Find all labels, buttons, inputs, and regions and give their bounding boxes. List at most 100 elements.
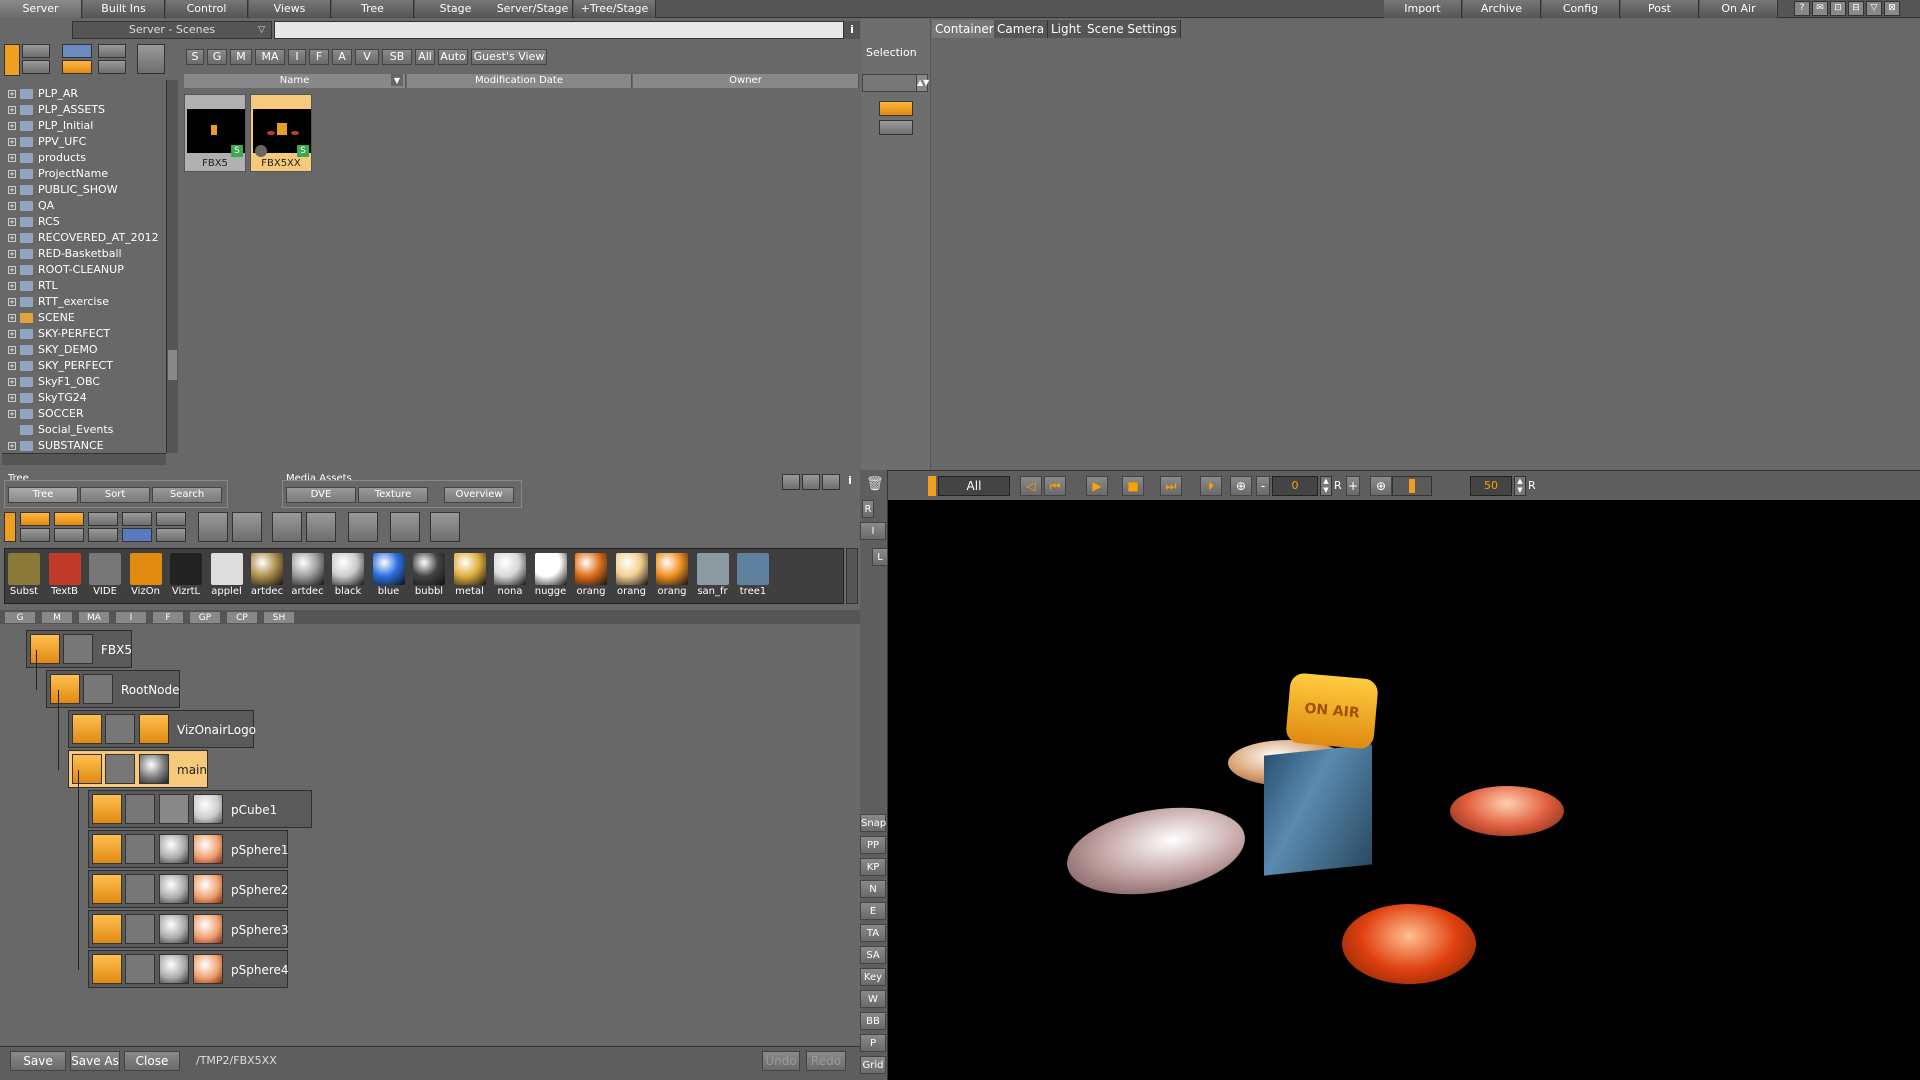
list-view-icon[interactable] xyxy=(98,44,126,58)
side-button-snap[interactable]: Snap xyxy=(860,814,886,832)
visibility-icon[interactable] xyxy=(50,674,80,704)
transform-icon[interactable] xyxy=(63,634,93,664)
side-button-ta[interactable]: TA xyxy=(860,924,886,942)
tree-node[interactable]: RootNode xyxy=(46,670,180,708)
menu-tab-tree-stage[interactable]: +Tree/Stage xyxy=(574,0,656,18)
end-icon[interactable]: ⏵ xyxy=(1200,476,1222,496)
folder-item[interactable]: + RECOVERED_AT_2012 xyxy=(8,230,159,246)
remove-icon[interactable] xyxy=(88,528,118,542)
refresh-icon[interactable] xyxy=(430,512,460,542)
transform-icon[interactable] xyxy=(83,674,113,704)
stop-icon[interactable]: ■ xyxy=(1122,476,1144,496)
plus-icon[interactable]: + xyxy=(1346,476,1360,496)
geometry-icon[interactable] xyxy=(139,754,169,784)
tree-node[interactable]: pCube1 xyxy=(88,790,312,828)
server-search-field[interactable] xyxy=(274,21,844,39)
filter-guests-view[interactable]: Guest's View xyxy=(471,49,547,65)
zoom-out-icon[interactable] xyxy=(156,528,186,542)
side-button-p[interactable]: P xyxy=(860,1034,886,1052)
transform-icon[interactable] xyxy=(125,834,155,864)
expand-icon[interactable]: + xyxy=(8,378,16,386)
dropdown-icon[interactable]: ▽ xyxy=(1866,1,1882,16)
speed-stepper[interactable]: ▲ ▼ xyxy=(1514,476,1526,496)
folder-item[interactable]: +Social_Events xyxy=(8,422,113,438)
merge-icon[interactable] xyxy=(122,512,152,526)
filter-g[interactable]: G xyxy=(207,49,227,65)
transform-icon[interactable] xyxy=(125,954,155,984)
step-forward-icon[interactable]: ⏭ xyxy=(1160,476,1182,496)
folder-item[interactable]: + SKY_DEMO xyxy=(8,342,98,358)
play-icon[interactable]: ▶ xyxy=(1086,476,1108,496)
asset-item[interactable]: VIDE xyxy=(87,553,123,601)
tree-filter-g[interactable]: G xyxy=(4,611,36,624)
side-button-e[interactable]: E xyxy=(860,902,886,920)
add-icon[interactable] xyxy=(88,512,118,526)
frame-input[interactable]: 0 xyxy=(1272,476,1318,496)
menu-tab-server[interactable]: Server xyxy=(0,0,82,18)
expand-icon[interactable]: + xyxy=(8,410,16,418)
expand-icon[interactable]: + xyxy=(8,346,16,354)
folder-tree-hscrollbar[interactable] xyxy=(2,453,166,465)
tab-tree[interactable]: Tree xyxy=(8,487,78,503)
tree-node[interactable]: VizOnairLogo xyxy=(68,710,256,748)
asset-item[interactable]: san_fr xyxy=(695,553,731,601)
expand-icon[interactable]: + xyxy=(8,138,16,146)
info-icon[interactable]: i xyxy=(842,474,858,490)
tab-camera[interactable]: Camera xyxy=(994,20,1049,38)
geometry-icon[interactable] xyxy=(159,954,189,984)
folder-item[interactable]: + PLP_Initial xyxy=(8,118,93,134)
material-icon[interactable] xyxy=(193,914,223,944)
folder-item[interactable]: + ProjectName xyxy=(8,166,108,182)
info-icon[interactable]: i xyxy=(844,21,860,39)
loop-icon[interactable]: ⊕ xyxy=(1230,476,1252,496)
col-modification-date[interactable]: Modification Date xyxy=(407,74,632,88)
material-icon[interactable] xyxy=(193,834,223,864)
tree-filter-cp[interactable]: CP xyxy=(226,611,258,624)
folder-item[interactable]: + PPV_UFC xyxy=(8,134,86,150)
collapse-tree-icon[interactable] xyxy=(232,512,262,542)
side-l[interactable]: L xyxy=(872,548,888,566)
side-button-w[interactable]: W xyxy=(860,990,886,1008)
folder-item[interactable]: + SOCCER xyxy=(8,406,84,422)
side-button-pp[interactable]: PP xyxy=(860,836,886,854)
settings-icon[interactable] xyxy=(822,474,840,490)
asset-item[interactable]: Subst xyxy=(6,553,42,601)
asset-item[interactable]: black xyxy=(330,553,366,601)
filter-i[interactable]: I xyxy=(288,49,306,65)
save-as-button[interactable]: Save As xyxy=(70,1051,120,1071)
menu-tab-built-ins[interactable]: Built Ins xyxy=(83,0,165,18)
menu-tab-tree[interactable]: Tree xyxy=(332,0,414,18)
material-icon[interactable] xyxy=(193,954,223,984)
expand-icon[interactable]: + xyxy=(8,298,16,306)
folder-item[interactable]: + ROOT-CLEANUP xyxy=(8,262,124,278)
add-folder-icon[interactable] xyxy=(22,44,50,58)
server-dropdown[interactable]: Server - Scenes ▽ xyxy=(72,21,272,39)
transform-icon[interactable] xyxy=(105,714,135,744)
grid-icon[interactable] xyxy=(802,474,820,490)
menu-tab-control[interactable]: Control xyxy=(166,0,248,18)
filter-auto[interactable]: Auto xyxy=(438,49,468,65)
camera-sync-icon[interactable]: ⊕ xyxy=(1370,476,1392,496)
folder-icon[interactable] xyxy=(62,60,92,74)
marker-slider[interactable] xyxy=(1392,476,1432,496)
expand-icon[interactable]: + xyxy=(8,106,16,114)
asset-item[interactable]: TextB xyxy=(47,553,83,601)
menu-tab-on-air[interactable]: On Air xyxy=(1700,0,1778,18)
asset-item[interactable]: VizrtL xyxy=(168,553,204,601)
trash-icon[interactable]: 🗑 xyxy=(866,476,884,496)
asset-item[interactable]: nona xyxy=(492,553,528,601)
filter-s[interactable]: S xyxy=(186,49,204,65)
filter-all[interactable]: All xyxy=(415,49,435,65)
expand-icon[interactable]: + xyxy=(8,218,16,226)
chevron-down-icon[interactable]: ▼ xyxy=(391,74,403,86)
tree-node[interactable]: pSphere4 xyxy=(88,950,289,988)
refresh-icon[interactable] xyxy=(137,44,165,74)
tree-filter-i[interactable]: I xyxy=(115,611,147,624)
player-all[interactable]: All xyxy=(938,476,1010,496)
step-back-icon[interactable]: ⏮ xyxy=(1044,476,1066,496)
tab-search[interactable]: Search xyxy=(152,487,222,503)
visibility-icon[interactable] xyxy=(72,754,102,784)
expand-icon[interactable]: + xyxy=(8,330,16,338)
screen-icon[interactable]: ⊡ xyxy=(1830,1,1846,16)
folder-item[interactable]: + RTL xyxy=(8,278,58,294)
